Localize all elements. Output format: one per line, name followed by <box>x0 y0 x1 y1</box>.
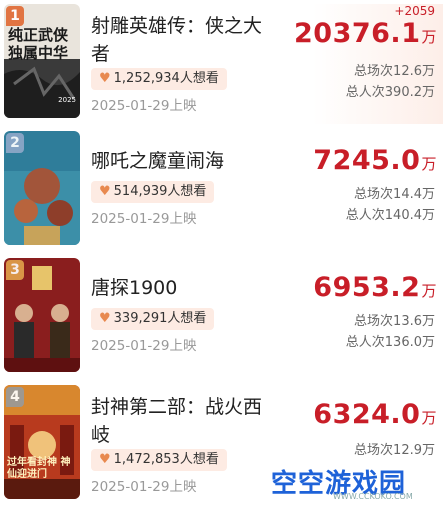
heart-icon: ♥ <box>99 71 111 86</box>
release-date: 2025-01-29上映 <box>91 479 197 495</box>
total-sessions: 总场次12.9万 <box>354 443 435 458</box>
box-office-value: 6324.0 <box>313 399 421 430</box>
total-viewers: 总人次136.0万 <box>345 335 435 350</box>
heart-icon: ♥ <box>99 184 111 199</box>
box-office-value: 6953.2 <box>313 272 421 303</box>
box-office-total: 6324.0万 <box>313 399 437 430</box>
poster-slogan: 纯正武侠 独属中华 <box>8 26 69 62</box>
want-count: 1,252,934人想看 <box>113 71 219 86</box>
release-date: 2025-01-29上映 <box>91 98 197 114</box>
movie-poster[interactable]: 2 <box>4 131 80 245</box>
rank-badge: 1 <box>6 6 24 26</box>
movie-poster[interactable]: 过年看封神 神仙迎进门 4 <box>4 385 80 499</box>
box-office-unit: 万 <box>421 28 437 46</box>
total-sessions: 总场次12.6万 <box>354 64 435 79</box>
total-sessions: 总场次13.6万 <box>354 314 435 329</box>
box-office-total: 6953.2万 <box>313 272 437 303</box>
rank-badge: 3 <box>6 260 24 280</box>
movie-card-3[interactable]: 3 唐探1900 ♥ 339,291人想看 2025-01-29上映 6953.2… <box>0 258 443 380</box>
rank-badge: 2 <box>6 133 24 153</box>
box-office-total: 20376.1万 <box>294 18 437 49</box>
site-watermark: 空空游戏园 WWW.CCKOKO.COM <box>265 457 443 504</box>
total-viewers: 总人次140.4万 <box>345 208 435 223</box>
movie-card-1[interactable]: 纯正武侠 独属中华 2025 1 射雕英雄传：侠之大者 ♥ 1,252,934人想… <box>0 4 443 126</box>
movie-card-2[interactable]: 2 哪吒之魔童闹海 ♥ 514,939人想看 2025-01-29上映 7245.… <box>0 131 443 253</box>
want-to-see-badge: ♥ 1,472,853人想看 <box>91 449 227 471</box>
movie-poster[interactable]: 纯正武侠 独属中华 2025 1 <box>4 4 80 118</box>
poster-year: 2025 <box>58 96 76 104</box>
box-office-total: 7245.0万 <box>313 145 437 176</box>
box-office-unit: 万 <box>421 155 437 173</box>
release-date: 2025-01-29上映 <box>91 211 197 227</box>
movie-poster[interactable]: 3 <box>4 258 80 372</box>
want-to-see-badge: ♥ 1,252,934人想看 <box>91 68 227 90</box>
movie-title[interactable]: 哪吒之魔童闹海 <box>91 147 266 175</box>
movie-title[interactable]: 射雕英雄传：侠之大者 <box>91 12 266 68</box>
box-office-value: 7245.0 <box>313 145 421 176</box>
total-viewers: 总人次390.2万 <box>345 85 435 100</box>
box-office-unit: 万 <box>421 282 437 300</box>
total-sessions: 总场次14.4万 <box>354 187 435 202</box>
want-count: 514,939人想看 <box>113 184 207 199</box>
poster-slogan: 过年看封神 神仙迎进门 <box>7 457 71 480</box>
box-office-delta: +2059 <box>394 4 435 18</box>
movie-title[interactable]: 唐探1900 <box>91 274 266 302</box>
rank-badge: 4 <box>6 387 24 407</box>
want-to-see-badge: ♥ 514,939人想看 <box>91 181 215 203</box>
box-office-list: 纯正武侠 独属中华 2025 1 射雕英雄传：侠之大者 ♥ 1,252,934人想… <box>0 0 443 504</box>
want-count: 339,291人想看 <box>113 311 207 326</box>
want-count: 1,472,853人想看 <box>113 452 219 467</box>
release-date: 2025-01-29上映 <box>91 338 197 354</box>
box-office-value: 20376.1 <box>294 18 421 49</box>
watermark-url: WWW.CCKOKO.COM <box>333 492 413 501</box>
box-office-unit: 万 <box>421 409 437 427</box>
heart-icon: ♥ <box>99 452 111 467</box>
movie-title[interactable]: 封神第二部：战火西岐 <box>91 393 266 449</box>
want-to-see-badge: ♥ 339,291人想看 <box>91 308 215 330</box>
heart-icon: ♥ <box>99 311 111 326</box>
